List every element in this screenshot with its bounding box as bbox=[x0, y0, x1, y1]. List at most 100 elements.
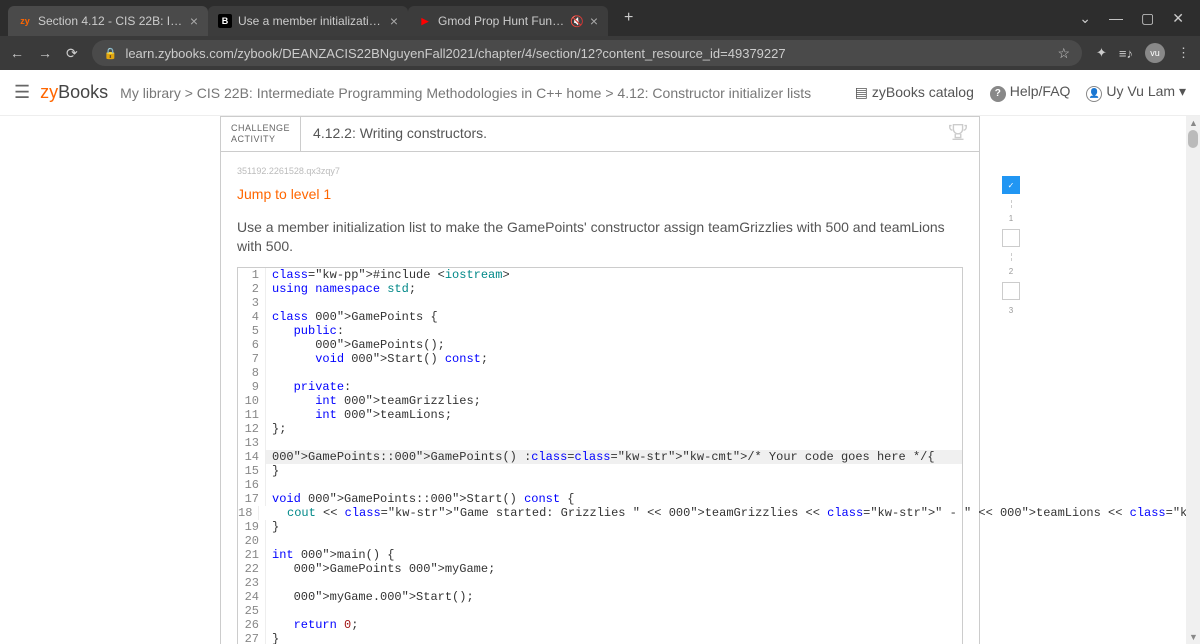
code-line[interactable]: 1class="kw-pp">#include <iostream> bbox=[238, 268, 962, 282]
code-text[interactable] bbox=[266, 436, 962, 450]
close-window-icon[interactable]: ✕ bbox=[1172, 10, 1184, 27]
code-line[interactable]: 20 bbox=[238, 534, 962, 548]
close-icon[interactable]: × bbox=[590, 13, 598, 29]
step-indicator-2[interactable] bbox=[1002, 229, 1020, 247]
line-number: 7 bbox=[238, 352, 266, 366]
code-text[interactable] bbox=[266, 576, 962, 590]
code-line[interactable]: 14000">GamePoints::000">GamePoints() :cl… bbox=[238, 450, 962, 464]
code-text[interactable]: } bbox=[266, 632, 962, 644]
address-bar[interactable]: 🔒 learn.zybooks.com/zybook/DEANZACIS22BN… bbox=[92, 40, 1082, 66]
code-editor[interactable]: 1class="kw-pp">#include <iostream>2using… bbox=[237, 267, 963, 644]
code-line[interactable]: 21int 000">main() { bbox=[238, 548, 962, 562]
code-text[interactable]: return 0; bbox=[266, 618, 962, 632]
code-line[interactable]: 10 int 000">teamGrizzlies; bbox=[238, 394, 962, 408]
jump-to-level-link[interactable]: Jump to level 1 bbox=[237, 186, 963, 202]
code-text[interactable]: int 000">main() { bbox=[266, 548, 962, 562]
code-line[interactable]: 13 bbox=[238, 436, 962, 450]
minimize-icon[interactable]: — bbox=[1109, 10, 1123, 27]
code-line[interactable]: 15} bbox=[238, 464, 962, 478]
code-line[interactable]: 6 000">GamePoints(); bbox=[238, 338, 962, 352]
code-text[interactable] bbox=[266, 296, 962, 310]
browser-tab[interactable]: ▶ Gmod Prop Hunt Funny Mon 🔇 × bbox=[408, 6, 608, 36]
line-number: 11 bbox=[238, 408, 266, 422]
forward-icon[interactable]: → bbox=[38, 45, 52, 62]
extension-icon[interactable]: ✦ bbox=[1096, 45, 1107, 61]
code-line[interactable]: 16 bbox=[238, 478, 962, 492]
code-text[interactable]: int 000">teamGrizzlies; bbox=[266, 394, 962, 408]
activity-id: 351192.2261528.qx3zqy7 bbox=[237, 166, 963, 176]
code-line[interactable]: 22 000">GamePoints 000">myGame; bbox=[238, 562, 962, 576]
line-number: 24 bbox=[238, 590, 266, 604]
line-number: 1 bbox=[238, 268, 266, 282]
star-icon[interactable]: ☆ bbox=[1057, 45, 1070, 62]
code-line[interactable]: 8 bbox=[238, 366, 962, 380]
browser-tab[interactable]: zy Section 4.12 - CIS 22B: Intermedi × bbox=[8, 6, 208, 36]
browser-tab[interactable]: B Use a member initialization list to × bbox=[208, 6, 408, 36]
reload-icon[interactable]: ⟳ bbox=[66, 45, 78, 62]
menu-icon[interactable]: ⋮ bbox=[1177, 45, 1190, 61]
code-line[interactable]: 19} bbox=[238, 520, 962, 534]
code-text[interactable]: public: bbox=[266, 324, 962, 338]
code-text[interactable]: void 000">GamePoints::000">Start() const… bbox=[266, 492, 962, 506]
line-number: 3 bbox=[238, 296, 266, 310]
code-line[interactable]: 5 public: bbox=[238, 324, 962, 338]
new-tab-button[interactable]: + bbox=[616, 5, 641, 31]
code-line[interactable]: 7 void 000">Start() const; bbox=[238, 352, 962, 366]
hamburger-icon[interactable]: ☰ bbox=[14, 82, 30, 103]
step-indicator-1[interactable]: ✓ bbox=[1002, 176, 1020, 194]
code-line[interactable]: 12}; bbox=[238, 422, 962, 436]
close-icon[interactable]: × bbox=[390, 13, 398, 29]
code-text[interactable]: 000">GamePoints(); bbox=[266, 338, 962, 352]
code-line[interactable]: 18 cout << class="kw-str">"Game started:… bbox=[238, 506, 962, 520]
code-text[interactable]: 000">myGame.000">Start(); bbox=[266, 590, 962, 604]
code-line[interactable]: 26 return 0; bbox=[238, 618, 962, 632]
code-text[interactable]: private: bbox=[266, 380, 962, 394]
code-line[interactable]: 4class 000">GamePoints { bbox=[238, 310, 962, 324]
step-indicator-3[interactable] bbox=[1002, 282, 1020, 300]
profile-avatar[interactable]: vu bbox=[1145, 43, 1165, 63]
code-text[interactable]: 000">GamePoints 000">myGame; bbox=[266, 562, 962, 576]
reading-list-icon[interactable]: ≡♪ bbox=[1119, 46, 1133, 61]
scrollbar[interactable]: ▲ ▼ bbox=[1186, 116, 1200, 644]
maximize-icon[interactable]: ▢ bbox=[1141, 10, 1154, 27]
code-text[interactable]: void 000">Start() const; bbox=[266, 352, 962, 366]
zybooks-logo[interactable]: zyBooks bbox=[40, 82, 108, 103]
code-text[interactable] bbox=[266, 366, 962, 380]
code-text[interactable]: cout << class="kw-str">"Game started: Gr… bbox=[259, 506, 1200, 520]
scrollbar-thumb[interactable] bbox=[1188, 130, 1198, 148]
catalog-link[interactable]: ▤ zyBooks catalog bbox=[855, 84, 974, 101]
code-text[interactable]: 000">GamePoints::000">GamePoints() :clas… bbox=[266, 450, 962, 464]
back-icon[interactable]: ← bbox=[10, 45, 24, 62]
browser-toolbar: ← → ⟳ 🔒 learn.zybooks.com/zybook/DEANZAC… bbox=[0, 36, 1200, 70]
mute-icon[interactable]: 🔇 bbox=[570, 15, 584, 28]
code-line[interactable]: 25 bbox=[238, 604, 962, 618]
code-text[interactable]: } bbox=[266, 520, 962, 534]
code-text[interactable]: } bbox=[266, 464, 962, 478]
code-text[interactable]: class 000">GamePoints { bbox=[266, 310, 962, 324]
line-number: 6 bbox=[238, 338, 266, 352]
code-line[interactable]: 23 bbox=[238, 576, 962, 590]
code-text[interactable] bbox=[266, 604, 962, 618]
code-line[interactable]: 3 bbox=[238, 296, 962, 310]
line-number: 18 bbox=[238, 506, 259, 520]
code-line[interactable]: 27} bbox=[238, 632, 962, 644]
breadcrumb[interactable]: My library > CIS 22B: Intermediate Progr… bbox=[120, 85, 811, 101]
chevron-down-icon[interactable]: ⌄ bbox=[1079, 10, 1091, 27]
code-line[interactable]: 17void 000">GamePoints::000">Start() con… bbox=[238, 492, 962, 506]
code-line[interactable]: 11 int 000">teamLions; bbox=[238, 408, 962, 422]
code-line[interactable]: 9 private: bbox=[238, 380, 962, 394]
line-number: 9 bbox=[238, 380, 266, 394]
close-icon[interactable]: × bbox=[190, 13, 198, 29]
code-line[interactable]: 2using namespace std; bbox=[238, 282, 962, 296]
user-menu[interactable]: 👤 Uy Vu Lam ▾ bbox=[1086, 83, 1186, 102]
scroll-up-icon[interactable]: ▲ bbox=[1189, 118, 1198, 128]
code-text[interactable] bbox=[266, 478, 962, 492]
help-link[interactable]: ? Help/FAQ bbox=[990, 83, 1071, 102]
code-text[interactable]: }; bbox=[266, 422, 962, 436]
code-text[interactable]: class="kw-pp">#include <iostream> bbox=[266, 268, 962, 282]
scroll-down-icon[interactable]: ▼ bbox=[1189, 632, 1198, 642]
code-line[interactable]: 24 000">myGame.000">Start(); bbox=[238, 590, 962, 604]
code-text[interactable]: int 000">teamLions; bbox=[266, 408, 962, 422]
code-text[interactable]: using namespace std; bbox=[266, 282, 962, 296]
code-text[interactable] bbox=[266, 534, 962, 548]
